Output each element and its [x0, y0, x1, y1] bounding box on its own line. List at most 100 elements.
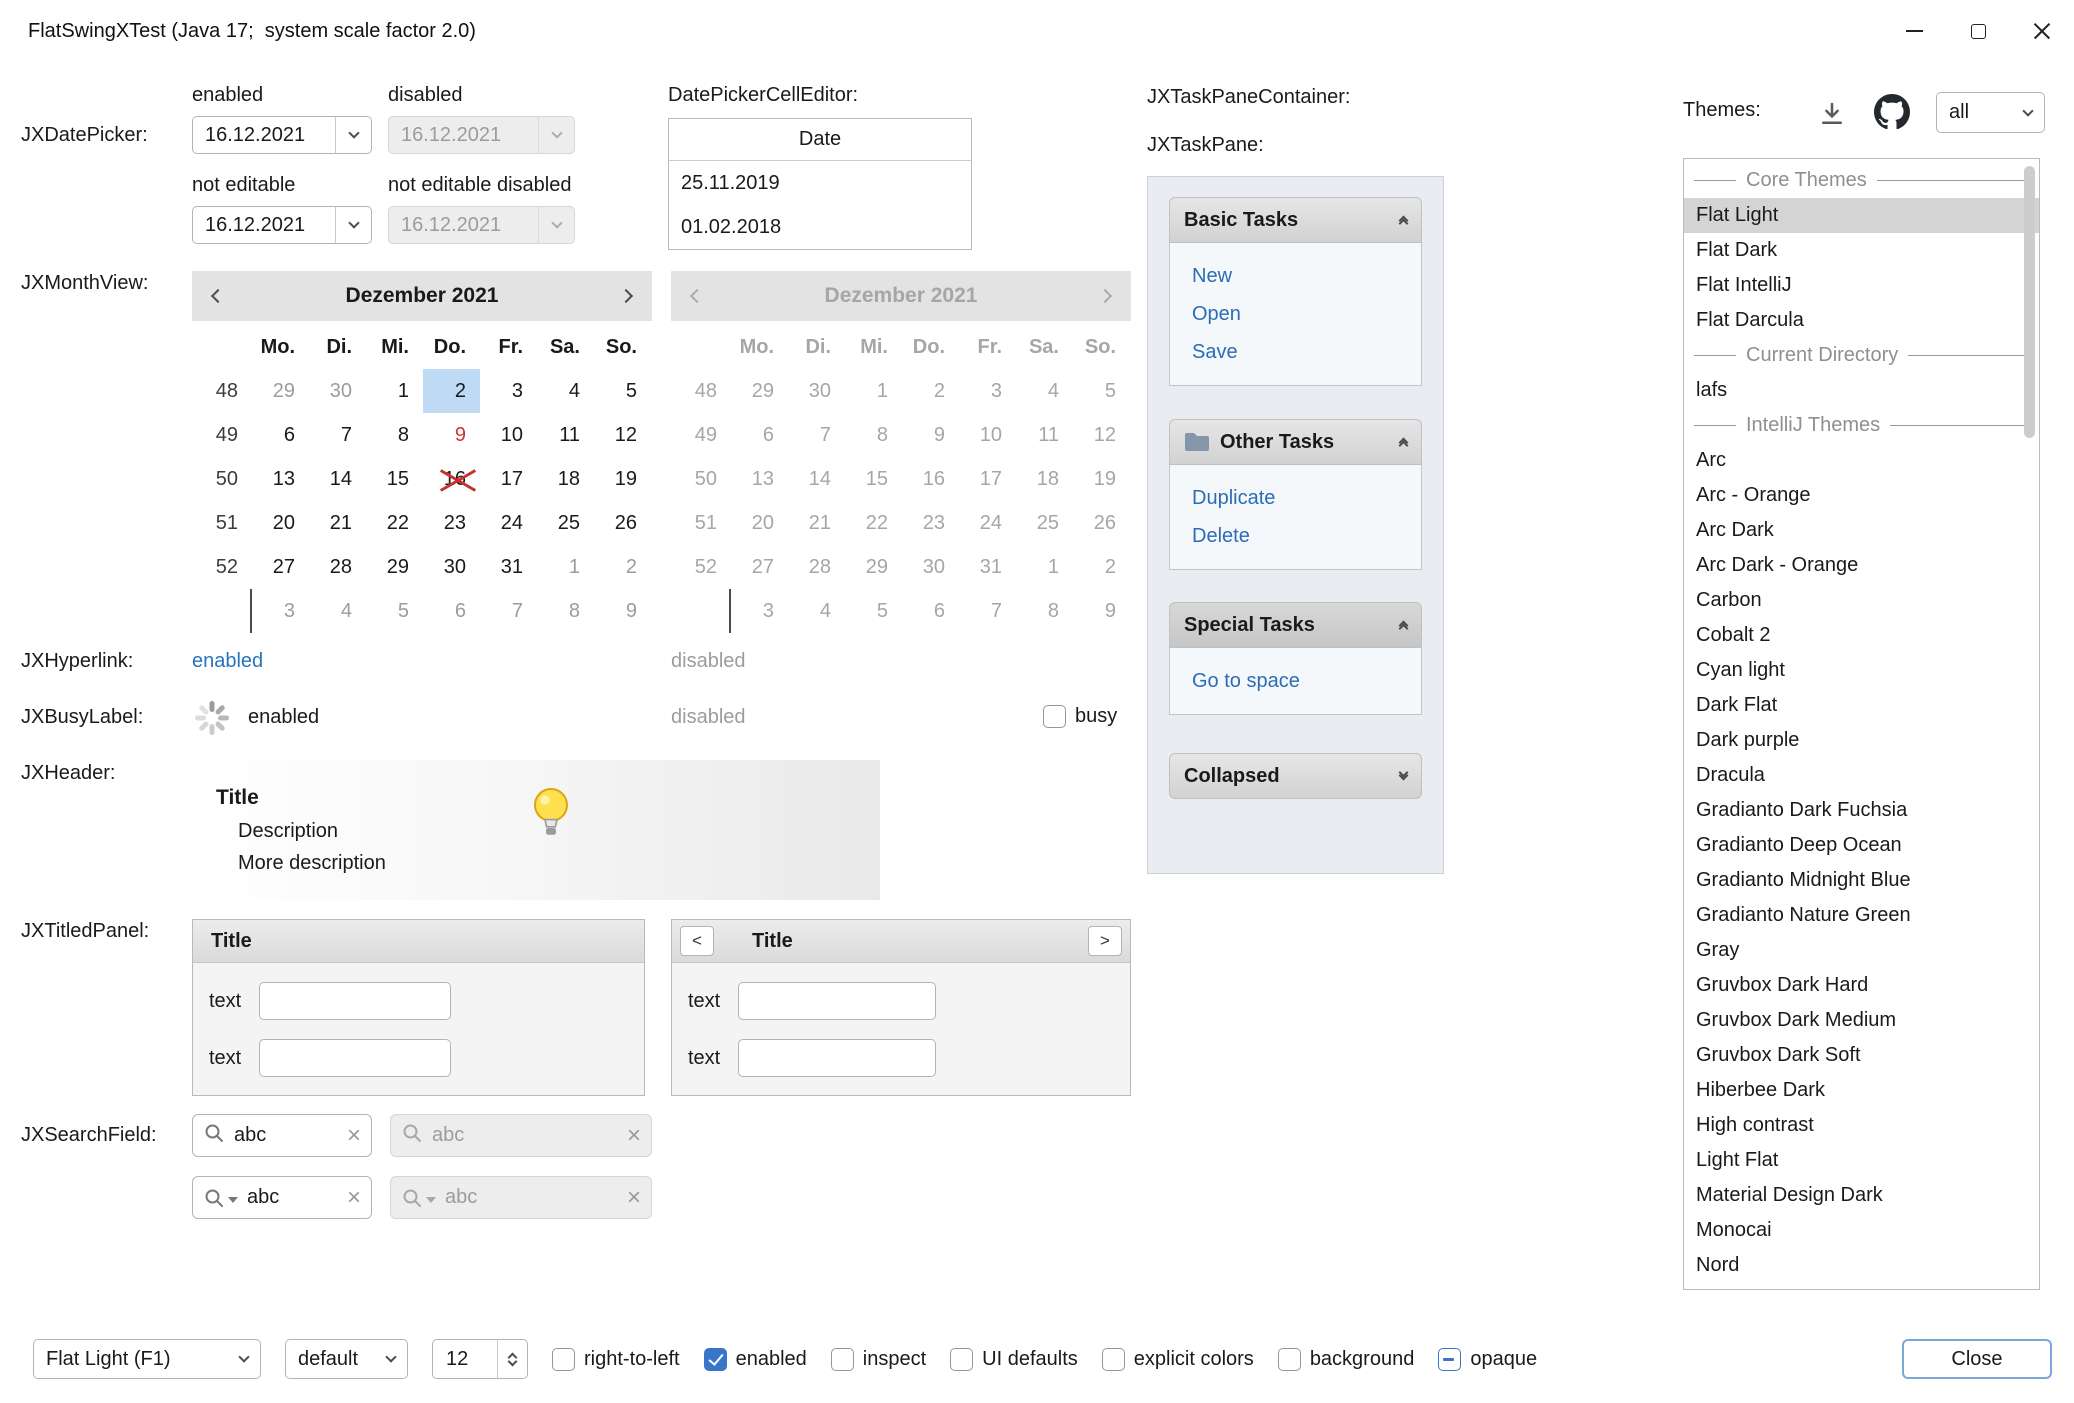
prev-month-button[interactable] [192, 291, 244, 301]
theme-item[interactable]: Gruvbox Dark Hard [1684, 968, 2039, 1003]
datepicker-dropdown-button[interactable] [335, 117, 371, 153]
day-cell[interactable]: 29 [252, 369, 309, 413]
day-cell[interactable]: 15 [366, 457, 423, 501]
checkbox-box[interactable] [831, 1348, 854, 1371]
date-value[interactable]: 16.12.2021 [193, 124, 335, 147]
day-cell[interactable]: 30 [309, 369, 366, 413]
search-field-with-menu[interactable]: abc [192, 1176, 372, 1219]
day-cell[interactable]: 6 [252, 413, 309, 457]
checkbox-box[interactable] [1043, 705, 1066, 728]
day-cell[interactable]: 2 [594, 545, 651, 589]
github-icon[interactable] [1872, 92, 1912, 132]
day-cell[interactable]: 6 [423, 589, 480, 633]
day-cell[interactable]: 4 [309, 589, 366, 633]
checkbox-box[interactable] [950, 1348, 973, 1371]
day-cell[interactable]: 3 [252, 589, 309, 633]
day-cell[interactable]: 7 [480, 589, 537, 633]
datepicker-not-editable[interactable]: 16.12.2021 [192, 206, 372, 244]
search-input[interactable]: abc [234, 1124, 347, 1147]
day-cell[interactable]: 17 [480, 457, 537, 501]
task-link[interactable]: Delete [1192, 517, 1421, 555]
day-cell[interactable]: 30 [423, 545, 480, 589]
text-field[interactable] [259, 1039, 451, 1077]
theme-item[interactable]: Arc - Orange [1684, 478, 2039, 513]
day-cell[interactable]: 24 [480, 501, 537, 545]
day-cell[interactable]: 31 [480, 545, 537, 589]
next-month-button[interactable] [600, 291, 652, 301]
minimize-button[interactable] [1882, 0, 1946, 62]
checkbox-background[interactable]: background [1278, 1348, 1415, 1371]
theme-item[interactable]: Dracula [1684, 758, 2039, 793]
day-cell[interactable]: 1 [537, 545, 594, 589]
text-field[interactable] [738, 1039, 936, 1077]
theme-item[interactable]: Cobalt 2 [1684, 618, 2039, 653]
theme-item[interactable]: lafs [1684, 373, 2039, 408]
busy-checkbox[interactable]: busy [1043, 705, 1117, 728]
panel-right-button[interactable]: > [1088, 926, 1122, 956]
clear-icon[interactable] [347, 1186, 361, 1210]
theme-item[interactable]: Gruvbox Dark Medium [1684, 1003, 2039, 1038]
theme-item[interactable]: Flat IntelliJ [1684, 268, 2039, 303]
theme-item[interactable]: Gray [1684, 933, 2039, 968]
theme-item[interactable]: Arc Dark - Orange [1684, 548, 2039, 583]
task-link[interactable]: Duplicate [1192, 479, 1421, 517]
day-cell[interactable]: 8 [366, 413, 423, 457]
taskpane-header[interactable]: Other Tasks [1169, 419, 1422, 465]
day-cell[interactable]: 14 [309, 457, 366, 501]
text-field[interactable] [738, 982, 936, 1020]
table-row[interactable]: 25.11.2019 [669, 161, 971, 205]
theme-item[interactable]: Monocai [1684, 1213, 2039, 1248]
theme-item[interactable]: Nord [1684, 1248, 2039, 1283]
day-cell[interactable]: 28 [309, 545, 366, 589]
datepicker-dropdown-button[interactable] [335, 207, 371, 243]
theme-item[interactable]: Dark purple [1684, 723, 2039, 758]
checkbox-box[interactable] [552, 1348, 575, 1371]
checkbox-box[interactable] [1278, 1348, 1301, 1371]
day-cell[interactable]: 20 [252, 501, 309, 545]
download-icon[interactable] [1814, 96, 1850, 132]
taskpane-header[interactable]: Basic Tasks [1169, 197, 1422, 243]
font-combo[interactable]: default [285, 1339, 408, 1379]
day-cell[interactable]: 26 [594, 501, 651, 545]
day-cell[interactable]: 1 [366, 369, 423, 413]
theme-item[interactable]: Gradianto Dark Fuchsia [1684, 793, 2039, 828]
day-cell-selected[interactable]: 2 [423, 369, 480, 413]
day-cell[interactable]: 9 [594, 589, 651, 633]
theme-item-selected[interactable]: Flat Light [1684, 198, 2039, 233]
theme-item[interactable]: Carbon [1684, 583, 2039, 618]
task-link[interactable]: Save [1192, 333, 1421, 371]
day-cell[interactable]: 7 [309, 413, 366, 457]
day-cell-flagged[interactable]: 9 [423, 413, 480, 457]
day-cell[interactable]: 21 [309, 501, 366, 545]
day-cell[interactable]: 27 [252, 545, 309, 589]
panel-left-button[interactable]: < [680, 926, 714, 956]
date-value[interactable]: 16.12.2021 [193, 214, 335, 237]
day-cell[interactable]: 8 [537, 589, 594, 633]
table-column-header[interactable]: Date [669, 119, 971, 161]
checkbox-box[interactable] [704, 1348, 727, 1371]
day-cell[interactable]: 3 [480, 369, 537, 413]
search-input[interactable]: abc [247, 1186, 347, 1209]
clear-icon[interactable] [347, 1124, 361, 1148]
day-cell[interactable]: 10 [480, 413, 537, 457]
day-cell[interactable]: 4 [537, 369, 594, 413]
day-cell[interactable]: 13 [252, 457, 309, 501]
theme-item[interactable]: Hiberbee Dark [1684, 1073, 2039, 1108]
checkbox-explicit-colors[interactable]: explicit colors [1102, 1348, 1254, 1371]
checkbox-right-to-left[interactable]: right-to-left [552, 1348, 680, 1371]
theme-item[interactable]: Dark Flat [1684, 688, 2039, 723]
theme-filter-combo[interactable]: all [1936, 92, 2045, 133]
theme-item[interactable]: Gradianto Deep Ocean [1684, 828, 2039, 863]
theme-item[interactable]: Light Flat [1684, 1143, 2039, 1178]
close-button[interactable] [2010, 0, 2074, 62]
theme-item[interactable]: Gradianto Midnight Blue [1684, 863, 2039, 898]
day-cell[interactable]: 5 [594, 369, 651, 413]
day-cell[interactable]: 18 [537, 457, 594, 501]
task-link[interactable]: Open [1192, 295, 1421, 333]
laf-combo[interactable]: Flat Light (F1) [33, 1339, 261, 1379]
taskpane-header[interactable]: Collapsed [1169, 753, 1422, 799]
task-link[interactable]: New [1192, 257, 1421, 295]
day-cell[interactable]: 23 [423, 501, 480, 545]
theme-item[interactable]: Arc Dark [1684, 513, 2039, 548]
day-cell[interactable]: 12 [594, 413, 651, 457]
